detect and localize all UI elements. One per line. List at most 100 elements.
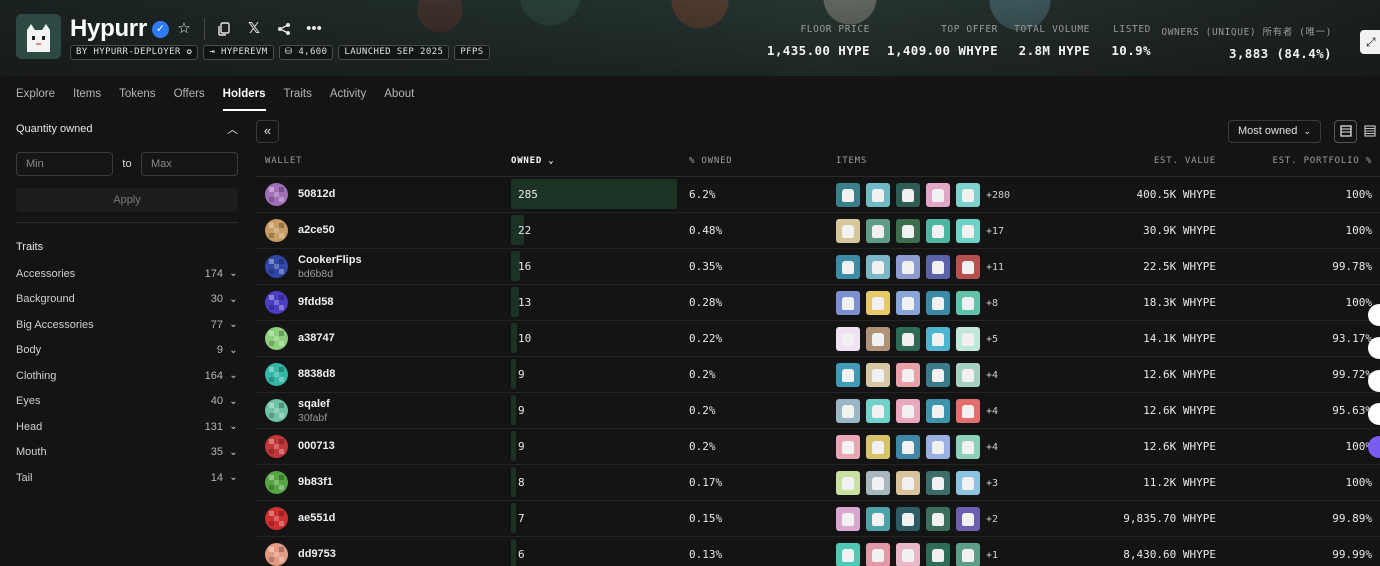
- item-thumbnail[interactable]: [866, 543, 890, 566]
- wallet-name[interactable]: 8838d8: [298, 368, 335, 380]
- item-thumbnail[interactable]: [836, 471, 860, 495]
- more-items-count[interactable]: +4: [986, 406, 998, 417]
- column-est-portfolio[interactable]: EST. PORTFOLIO %: [1273, 156, 1373, 166]
- table-row[interactable]: CookerFlips bd6b8d 16 0.35% +11 22.5K WHYPE 99…: [256, 249, 1380, 285]
- more-items-count[interactable]: +4: [986, 442, 998, 453]
- tab-traits[interactable]: Traits: [284, 88, 312, 111]
- item-thumbnail[interactable]: [896, 327, 920, 351]
- more-items-count[interactable]: +17: [986, 226, 1004, 237]
- item-thumbnail[interactable]: [896, 363, 920, 387]
- column-est-value[interactable]: EST. VALUE: [1154, 156, 1216, 166]
- item-thumbnail[interactable]: [866, 327, 890, 351]
- share-icon[interactable]: [274, 19, 294, 39]
- item-thumbnail[interactable]: [956, 399, 980, 423]
- wallet-name[interactable]: 9b83f1: [298, 476, 333, 488]
- table-row[interactable]: a38747 10 0.22% +5 14.1K WHYPE 93.17%: [256, 321, 1380, 357]
- item-thumbnail[interactable]: [836, 399, 860, 423]
- table-row[interactable]: 8838d8 9 0.2% +4 12.6K WHYPE 99.72%: [256, 357, 1380, 393]
- item-thumbnail[interactable]: [926, 327, 950, 351]
- avatar[interactable]: [265, 183, 288, 206]
- item-thumbnail[interactable]: [896, 435, 920, 459]
- item-thumbnail[interactable]: [926, 255, 950, 279]
- trait-filter-big-accessories[interactable]: Big Accessories 77 ⌄: [16, 312, 238, 338]
- item-thumbnail[interactable]: [836, 327, 860, 351]
- item-thumbnail[interactable]: [956, 363, 980, 387]
- item-thumbnail[interactable]: [926, 291, 950, 315]
- wallet-name[interactable]: sqalef: [298, 398, 330, 410]
- more-items-count[interactable]: +8: [986, 298, 998, 309]
- item-thumbnail[interactable]: [896, 507, 920, 531]
- avatar[interactable]: [265, 219, 288, 242]
- x-icon[interactable]: 𝕏: [244, 19, 264, 39]
- avatar[interactable]: [265, 507, 288, 530]
- list-view-icon[interactable]: [1358, 120, 1380, 143]
- tab-items[interactable]: Items: [73, 88, 101, 111]
- avatar[interactable]: [265, 363, 288, 386]
- trait-filter-eyes[interactable]: Eyes 40 ⌄: [16, 389, 238, 415]
- avatar[interactable]: [265, 291, 288, 314]
- more-items-count[interactable]: +4: [986, 370, 998, 381]
- item-thumbnail[interactable]: [926, 435, 950, 459]
- more-items-count[interactable]: +280: [986, 190, 1010, 201]
- item-thumbnail[interactable]: [866, 183, 890, 207]
- trait-filter-background[interactable]: Background 30 ⌄: [16, 287, 238, 313]
- item-thumbnail[interactable]: [866, 219, 890, 243]
- quantity-owned-toggle[interactable]: Quantity owned ︿: [16, 120, 238, 138]
- tab-holders[interactable]: Holders: [222, 88, 266, 111]
- avatar[interactable]: [265, 435, 288, 458]
- wallet-name[interactable]: 9fdd58: [298, 296, 333, 308]
- item-thumbnail[interactable]: [836, 543, 860, 566]
- item-thumbnail[interactable]: [896, 219, 920, 243]
- grid-view-icon[interactable]: [1334, 120, 1357, 143]
- item-thumbnail[interactable]: [836, 183, 860, 207]
- item-thumbnail[interactable]: [866, 291, 890, 315]
- tag-creator[interactable]: BY HYPURR-DEPLOYER ✪: [70, 45, 199, 60]
- wallet-name[interactable]: 50812d: [298, 188, 335, 200]
- table-row[interactable]: ae551d 7 0.15% +2 9,835.70 WHYPE 99.89%: [256, 501, 1380, 537]
- wallet-name[interactable]: 000713: [298, 440, 335, 452]
- column-wallet[interactable]: WALLET: [265, 156, 302, 166]
- tab-activity[interactable]: Activity: [330, 88, 366, 111]
- wallet-name[interactable]: a38747: [298, 332, 335, 344]
- item-thumbnail[interactable]: [956, 507, 980, 531]
- star-icon[interactable]: ☆: [174, 19, 194, 39]
- more-items-count[interactable]: +5: [986, 334, 998, 345]
- item-thumbnail[interactable]: [866, 507, 890, 531]
- trait-filter-tail[interactable]: Tail 14 ⌄: [16, 465, 238, 491]
- tag-category[interactable]: PFPS: [454, 45, 490, 60]
- table-row[interactable]: 50812d 285 6.2% +280 400.5K WHYPE 100%: [256, 177, 1380, 213]
- item-thumbnail[interactable]: [956, 435, 980, 459]
- item-thumbnail[interactable]: [896, 399, 920, 423]
- tab-tokens[interactable]: Tokens: [119, 88, 155, 111]
- min-input[interactable]: Min: [16, 152, 113, 176]
- item-thumbnail[interactable]: [896, 543, 920, 566]
- wallet-name[interactable]: ae551d: [298, 512, 335, 524]
- apply-button[interactable]: Apply: [16, 188, 238, 212]
- avatar[interactable]: [265, 399, 288, 422]
- item-thumbnail[interactable]: [866, 471, 890, 495]
- more-items-count[interactable]: +2: [986, 514, 998, 525]
- avatar[interactable]: [265, 327, 288, 350]
- sort-select[interactable]: Most owned ⌄: [1228, 120, 1321, 143]
- more-items-count[interactable]: +1: [986, 550, 998, 561]
- table-row[interactable]: 9fdd58 13 0.28% +8 18.3K WHYPE 100%: [256, 285, 1380, 321]
- item-thumbnail[interactable]: [956, 471, 980, 495]
- more-icon[interactable]: •••: [304, 19, 324, 39]
- avatar[interactable]: [265, 255, 288, 278]
- item-thumbnail[interactable]: [866, 435, 890, 459]
- tab-explore[interactable]: Explore: [16, 88, 55, 111]
- tag-chain[interactable]: ⇥ HYPEREVM: [203, 45, 274, 60]
- trait-filter-body[interactable]: Body 9 ⌄: [16, 338, 238, 364]
- column-owned[interactable]: OWNED ⌄: [511, 156, 555, 166]
- item-thumbnail[interactable]: [866, 399, 890, 423]
- table-row[interactable]: dd9753 6 0.13% +1 8,430.60 WHYPE 99.99%: [256, 537, 1380, 566]
- trait-filter-accessories[interactable]: Accessories 174 ⌄: [16, 261, 238, 287]
- item-thumbnail[interactable]: [866, 363, 890, 387]
- item-thumbnail[interactable]: [926, 507, 950, 531]
- item-thumbnail[interactable]: [896, 291, 920, 315]
- item-thumbnail[interactable]: [926, 543, 950, 566]
- table-row[interactable]: 000713 9 0.2% +4 12.6K WHYPE 100%: [256, 429, 1380, 465]
- item-thumbnail[interactable]: [836, 363, 860, 387]
- table-row[interactable]: 9b83f1 8 0.17% +3 11.2K WHYPE 100%: [256, 465, 1380, 501]
- item-thumbnail[interactable]: [896, 471, 920, 495]
